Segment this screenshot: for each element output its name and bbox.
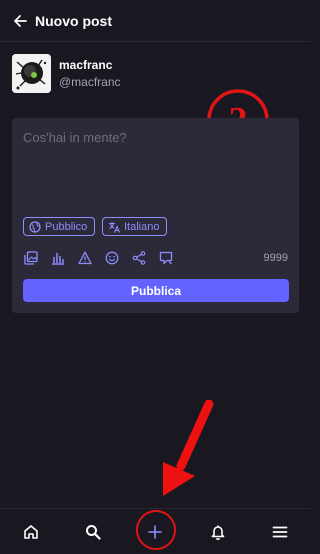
translate-icon (109, 221, 120, 233)
search-icon (86, 525, 101, 540)
add-media-button[interactable] (24, 249, 51, 267)
compose-toolbar: 9999 (24, 249, 288, 267)
back-button[interactable] (5, 0, 35, 42)
arrow-left-icon (14, 14, 27, 27)
nav-home-button[interactable] (13, 509, 49, 554)
content-warning-button[interactable] (78, 249, 105, 267)
account-info: macfranc @macfranc (12, 54, 121, 93)
home-icon (24, 525, 38, 539)
red-arrow-annotation (155, 399, 217, 503)
visibility-label: Pubblico (45, 220, 88, 233)
publish-button[interactable]: Pubblica (23, 279, 289, 302)
warning-icon (78, 251, 92, 265)
nav-menu-button[interactable] (262, 509, 298, 554)
media-icon (24, 251, 38, 265)
compose-form: Cos'hai in mente? Pubblico Italiano 9999… (12, 118, 299, 313)
emoji-icon (105, 251, 119, 265)
avatar[interactable] (12, 54, 51, 93)
nav-notifications-button[interactable] (200, 509, 236, 554)
quote-icon (159, 251, 173, 265)
page-title: Nuovo post (35, 12, 112, 29)
compose-textarea[interactable]: Cos'hai in mente? (23, 130, 127, 145)
language-button[interactable]: Italiano (102, 217, 168, 236)
add-poll-button[interactable] (51, 249, 78, 267)
language-label: Italiano (124, 220, 160, 233)
poll-icon (52, 253, 64, 265)
display-name: macfranc (59, 57, 113, 72)
character-counter: 9999 (263, 252, 288, 264)
emoji-button[interactable] (105, 249, 132, 267)
globe-icon (29, 220, 41, 233)
share-icon (132, 251, 146, 265)
share-button[interactable] (132, 249, 159, 267)
visibility-button[interactable]: Pubblico (23, 217, 96, 236)
top-bar: Nuovo post (0, 0, 311, 42)
username: @macfranc (59, 74, 121, 89)
quote-button[interactable] (159, 249, 186, 267)
nav-search-button[interactable] (75, 509, 111, 554)
compose-highlight-circle (136, 510, 176, 550)
menu-icon (272, 526, 288, 538)
bell-icon (211, 525, 225, 540)
